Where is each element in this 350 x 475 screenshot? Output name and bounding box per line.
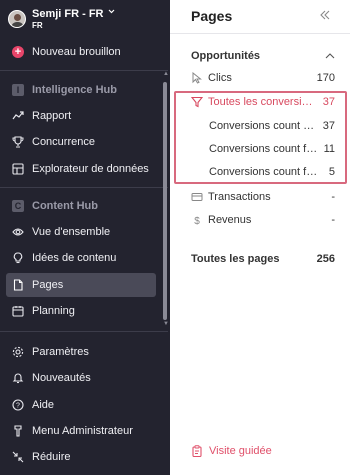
sidebar-item-label: Idées de contenu xyxy=(32,252,117,264)
sidebar-item-label: Pages xyxy=(32,279,64,291)
sidebar-item-explorateur[interactable]: Explorateur de données xyxy=(6,157,156,181)
page-icon xyxy=(12,279,24,291)
filter-row-revenus[interactable]: $ Revenus - xyxy=(191,209,335,231)
sidebar-item-vue-ensemble[interactable]: Vue d'ensemble xyxy=(6,220,156,244)
double-chevron-left-icon[interactable] xyxy=(320,9,330,21)
new-draft-label: Nouveau brouillon xyxy=(32,46,121,58)
filter-row-clics[interactable]: Clics 170 xyxy=(191,67,335,89)
svg-text:?: ? xyxy=(16,403,20,410)
section-badge: I xyxy=(12,84,24,96)
sidebar-scrollbar[interactable] xyxy=(163,82,167,320)
filter-label: Transactions xyxy=(208,191,271,203)
filter-row-all-pages[interactable]: Toutes les pages 256 xyxy=(191,248,335,270)
new-draft-button[interactable]: + Nouveau brouillon xyxy=(6,40,156,64)
gear-icon xyxy=(12,346,24,358)
filter-label: Revenus xyxy=(208,214,252,226)
sidebar-item-nouveautes[interactable]: Nouveautés xyxy=(6,366,156,390)
divider xyxy=(0,331,168,332)
collapse-icon xyxy=(12,451,24,463)
sidebar-item-label: Rapport xyxy=(32,110,72,122)
section-label: Intelligence Hub xyxy=(32,84,117,96)
chevron-down-icon xyxy=(108,8,115,15)
lightbulb-icon xyxy=(12,252,24,264)
plus-icon: + xyxy=(12,46,24,58)
account-switcher[interactable]: Semji FR - FR FR xyxy=(8,8,115,30)
filter-label: Toutes les pages xyxy=(191,253,280,265)
svg-text:$: $ xyxy=(194,216,200,226)
scroll-up-icon[interactable]: ▲ xyxy=(163,71,169,77)
cursor-icon xyxy=(191,72,203,84)
bell-icon xyxy=(12,372,24,384)
sidebar-item-idees[interactable]: Idées de contenu xyxy=(6,246,156,270)
credit-card-icon xyxy=(191,191,203,203)
guided-tour-button[interactable]: Visite guidée xyxy=(191,441,272,461)
sidebar-item-aide[interactable]: ? Aide xyxy=(6,393,156,417)
sidebar-item-label: Explorateur de données xyxy=(32,163,149,175)
sidebar-item-reduire[interactable]: Réduire xyxy=(6,445,156,469)
sidebar-item-label: Planning xyxy=(32,305,75,317)
account-text: Semji FR - FR FR xyxy=(32,8,115,31)
sidebar-item-label: Vue d'ensemble xyxy=(32,226,111,238)
filter-count: 256 xyxy=(316,253,335,265)
opportunities-label: Opportunités xyxy=(191,50,261,62)
help-icon: ? xyxy=(12,399,24,411)
filter-count: - xyxy=(331,214,335,226)
opportunities-header[interactable]: Opportunités xyxy=(191,45,335,67)
sidebar-item-admin[interactable]: Menu Administrateur xyxy=(6,419,156,443)
sidebar-item-label: Nouveautés xyxy=(32,372,91,384)
divider xyxy=(0,70,168,71)
account-locale: FR xyxy=(32,20,43,30)
sidebar-item-planning[interactable]: Planning xyxy=(6,299,156,323)
sidebar-item-label: Menu Administrateur xyxy=(32,425,133,437)
filter-row-transactions[interactable]: Transactions - xyxy=(191,186,335,208)
sidebar-item-parametres[interactable]: Paramètres xyxy=(6,340,156,364)
sidebar-item-label: Concurrence xyxy=(32,136,95,148)
chevron-up-icon xyxy=(325,50,335,62)
guided-tour-label: Visite guidée xyxy=(209,445,272,457)
sidebar-item-label: Aide xyxy=(32,399,55,411)
eye-icon xyxy=(12,226,24,238)
section-badge: C xyxy=(12,200,24,212)
dollar-icon: $ xyxy=(191,214,203,226)
account-name: Semji FR - FR xyxy=(32,8,115,20)
chart-line-icon xyxy=(12,110,24,122)
scroll-down-icon[interactable]: ▼ xyxy=(163,321,169,327)
sidebar: Semji FR - FR FR + Nouveau brouillon I I… xyxy=(0,0,170,475)
filter-count: 170 xyxy=(316,72,335,84)
section-content-hub: C Content Hub xyxy=(6,194,156,218)
divider xyxy=(170,33,350,34)
trophy-icon xyxy=(12,136,24,148)
page-title: Pages xyxy=(191,8,233,24)
divider xyxy=(0,187,168,188)
admin-icon xyxy=(12,425,24,437)
filter-count: - xyxy=(331,191,335,203)
sidebar-item-pages[interactable]: Pages xyxy=(6,273,156,297)
sidebar-item-rapport[interactable]: Rapport xyxy=(6,104,156,128)
clipboard-icon xyxy=(191,445,203,457)
sidebar-item-label: Réduire xyxy=(32,451,71,463)
explorer-icon xyxy=(12,163,24,175)
sidebar-item-concurrence[interactable]: Concurrence xyxy=(6,130,156,154)
section-label: Content Hub xyxy=(32,200,98,212)
section-intelligence-hub: I Intelligence Hub xyxy=(6,78,156,102)
sidebar-item-label: Paramètres xyxy=(32,346,89,358)
calendar-icon xyxy=(12,305,24,317)
filter-label: Clics xyxy=(208,72,232,84)
pages-panel: Pages Opportunités Clics 170 Toutes les … xyxy=(170,0,350,475)
highlight-box xyxy=(174,91,347,184)
avatar xyxy=(8,10,26,28)
